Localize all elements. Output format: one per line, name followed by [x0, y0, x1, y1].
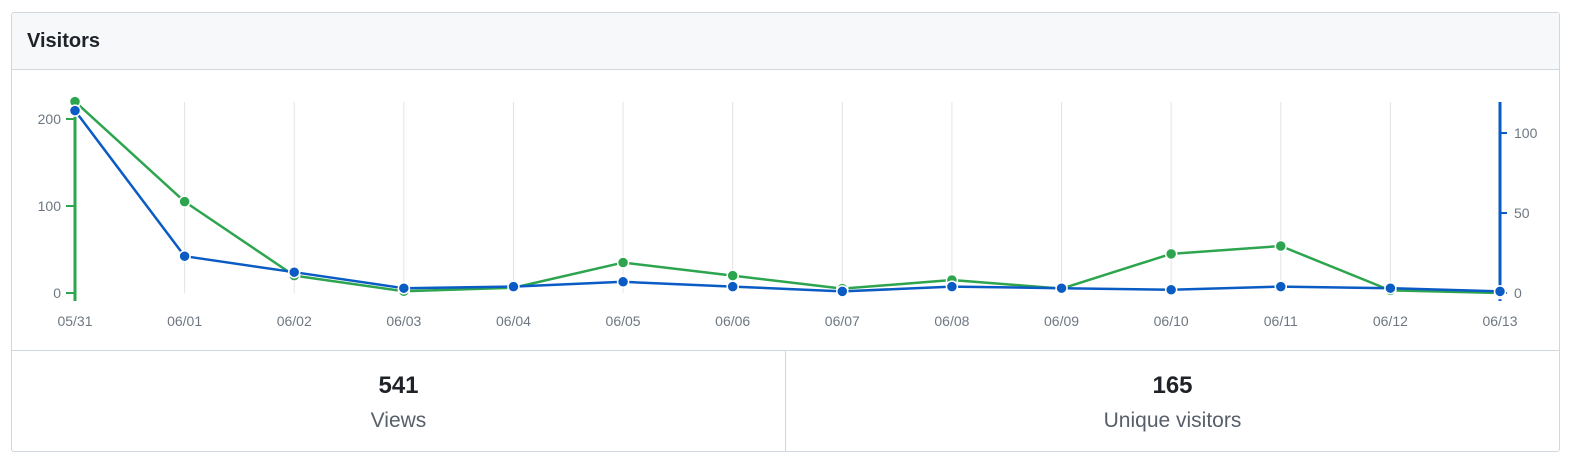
x-tick-label: 06/03	[386, 313, 421, 329]
unique-visitors-point	[945, 280, 959, 293]
card-title: Visitors	[27, 29, 100, 52]
right-y-tick-label: 0	[1514, 285, 1522, 301]
views-stat: 541 Views	[12, 351, 785, 451]
unique-visitors-point	[1274, 280, 1288, 293]
unique-visitors-stat: 165 Unique visitors	[785, 351, 1559, 451]
card-header: Visitors	[12, 13, 1559, 70]
views-point	[726, 269, 739, 282]
visitors-chart: 05/31 06/01 06/02 06/03 06/04 06/05 06/06 06/07…	[38, 95, 1538, 329]
unique-visitors-point	[1055, 281, 1068, 295]
x-tick-label: 06/07	[825, 313, 860, 329]
x-tick-label: 06/13	[1482, 313, 1517, 329]
unique-visitors-line	[74, 109, 1501, 293]
unique-visitors-point	[178, 249, 191, 263]
unique-visitors-point	[68, 104, 82, 117]
views-count: 541	[378, 372, 419, 399]
unique-visitors-point	[1493, 285, 1507, 298]
x-tick-label: 06/06	[715, 313, 750, 329]
x-tick-label: 06/04	[496, 313, 531, 329]
unique-visitors-point	[397, 281, 411, 295]
unique-visitors-point	[287, 265, 301, 279]
summary-row: 541 Views 165 Unique visitors	[12, 350, 1559, 451]
unique-visitors-point	[1384, 281, 1397, 295]
views-point	[616, 256, 630, 269]
right-y-tick-label: 100	[1514, 125, 1538, 141]
views-label: Views	[370, 409, 427, 432]
left-y-tick-label: 200	[38, 111, 62, 127]
x-tick-label: 05/31	[57, 313, 92, 329]
views-point	[1274, 239, 1288, 253]
unique-visitors-point	[726, 280, 739, 293]
x-tick-label: 06/05	[606, 313, 641, 329]
unique-visitors-point	[616, 275, 630, 289]
unique-visitors-count: 165	[1152, 372, 1193, 399]
views-point	[178, 195, 191, 208]
chart-area: 05/31 06/01 06/02 06/03 06/04 06/05 06/06 06/07…	[12, 70, 1559, 350]
unique-visitors-point	[507, 280, 520, 293]
x-tick-label: 06/10	[1154, 313, 1189, 329]
x-tick-label: 06/08	[934, 313, 969, 329]
x-tick-label: 06/02	[277, 313, 312, 329]
visitors-card: Visitors 05/31 06/01 06/02 06/03 06/04 06/05 0…	[11, 12, 1560, 452]
views-point	[1164, 247, 1178, 261]
left-y-tick-label: 0	[53, 285, 61, 301]
unique-visitors-point	[1164, 283, 1178, 297]
unique-visitors-label: Unique visitors	[1103, 409, 1242, 432]
left-y-tick-label: 100	[38, 198, 62, 214]
right-y-tick-label: 50	[1514, 205, 1530, 221]
x-tick-label: 06/01	[167, 313, 202, 329]
x-tick-label: 06/09	[1044, 313, 1079, 329]
x-tick-label: 06/11	[1264, 313, 1298, 329]
views-line	[74, 100, 1501, 295]
unique-visitors-point	[836, 285, 849, 298]
x-tick-label: 06/12	[1373, 313, 1408, 329]
